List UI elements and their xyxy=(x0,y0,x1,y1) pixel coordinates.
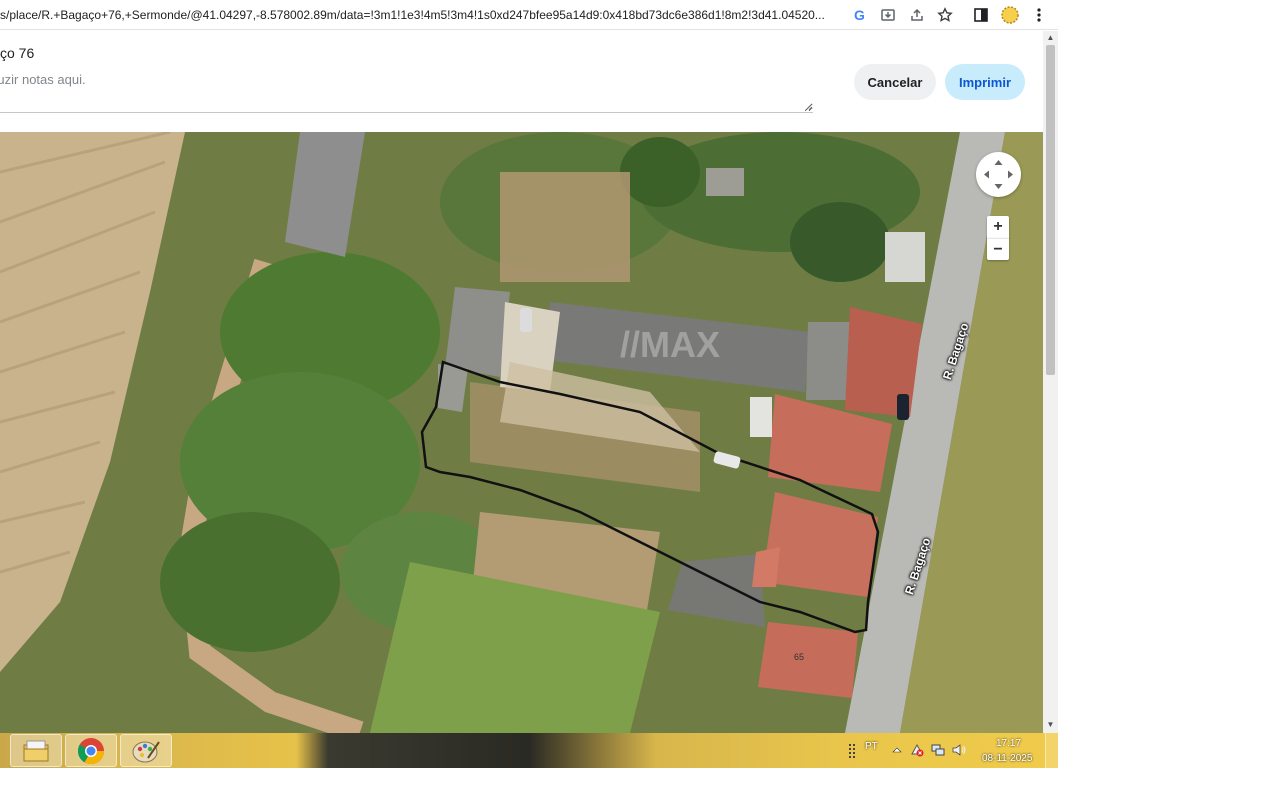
zoom-in-button[interactable]: + xyxy=(987,216,1009,238)
paint-icon xyxy=(132,740,160,762)
paint-button[interactable] xyxy=(120,734,172,767)
google-lens-icon[interactable]: G xyxy=(850,5,870,25)
resize-grip-icon[interactable] xyxy=(805,103,813,111)
print-header: ço 76 Cancelar Imprimir xyxy=(0,31,1043,132)
network-icon[interactable] xyxy=(931,743,945,757)
taskbar: PT 17:17 08-11-2025 xyxy=(0,733,1058,768)
map-pan-control[interactable] xyxy=(976,152,1021,197)
svg-text://MAX: //MAX xyxy=(620,324,720,365)
pan-arrows-icon xyxy=(984,160,1013,189)
cancel-button[interactable]: Cancelar xyxy=(854,64,936,100)
place-title: ço 76 xyxy=(0,45,35,61)
url-text[interactable]: s/place/R.+Bagaço+76,+Sermonde/@41.04297… xyxy=(0,0,845,30)
star-icon[interactable] xyxy=(935,5,955,25)
show-hidden-icons-icon[interactable] xyxy=(890,743,904,757)
browser-window: s/place/R.+Bagaço+76,+Sermonde/@41.04297… xyxy=(0,0,1058,768)
chrome-button[interactable] xyxy=(65,734,117,767)
address-bar[interactable]: s/place/R.+Bagaço+76,+Sermonde/@41.04297… xyxy=(0,0,1058,30)
scroll-down-icon[interactable]: ▼ xyxy=(1046,720,1055,729)
print-button[interactable]: Imprimir xyxy=(945,64,1025,100)
share-icon[interactable] xyxy=(907,5,927,25)
install-icon[interactable] xyxy=(878,5,898,25)
page-scrollbar[interactable]: ▲ ▼ xyxy=(1043,31,1058,733)
show-desktop-button[interactable] xyxy=(1045,733,1058,768)
volume-icon[interactable] xyxy=(952,743,966,757)
scroll-up-icon[interactable]: ▲ xyxy=(1046,33,1055,42)
svg-text:G: G xyxy=(854,7,865,23)
house-number-label: 65 xyxy=(794,652,805,662)
satellite-imagery: //MAX xyxy=(0,132,1043,733)
zoom-out-button[interactable]: − xyxy=(987,238,1009,260)
language-indicator[interactable]: PT xyxy=(865,741,878,752)
clock-time[interactable]: 17:17 xyxy=(996,738,1021,749)
satellite-map[interactable]: //MAX + − R. Bagaço R. Bagaço 65 xyxy=(0,132,1043,733)
file-explorer-button[interactable] xyxy=(10,734,62,767)
profile-icon[interactable] xyxy=(1000,5,1020,25)
clock-date[interactable]: 08-11-2025 xyxy=(982,753,1032,764)
menu-icon[interactable] xyxy=(1029,5,1049,25)
notes-field[interactable] xyxy=(0,69,813,113)
scroll-thumb[interactable] xyxy=(1046,45,1055,375)
file-explorer-icon xyxy=(23,740,49,761)
screen: s/place/R.+Bagaço+76,+Sermonde/@41.04297… xyxy=(0,0,1280,800)
side-panel-icon[interactable] xyxy=(971,5,991,25)
tray-handle-icon[interactable] xyxy=(848,743,856,758)
action-center-icon[interactable] xyxy=(910,743,924,757)
chrome-icon xyxy=(77,737,105,764)
